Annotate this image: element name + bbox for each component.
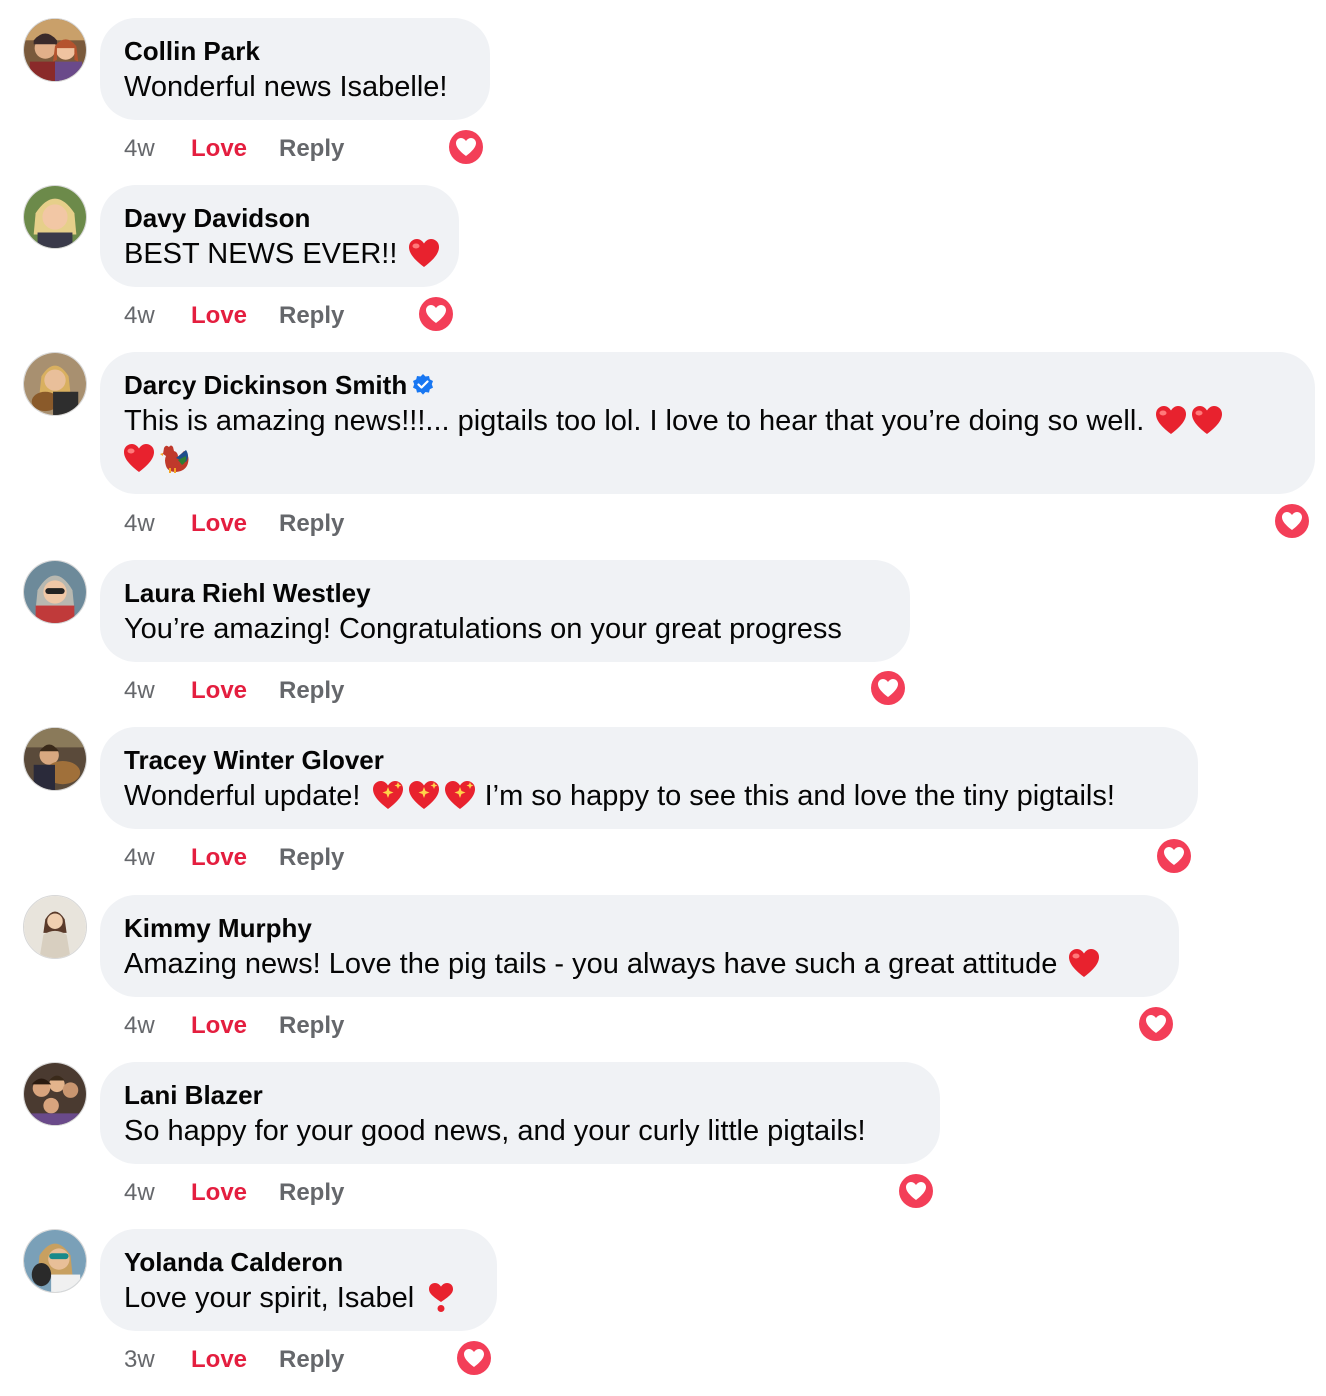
comment-bubble: Collin Park Wonderful news Isabelle! bbox=[100, 18, 490, 120]
love-reaction-icon[interactable] bbox=[1155, 837, 1193, 875]
author-name[interactable]: Darcy Dickinson Smith bbox=[124, 370, 407, 400]
avatar[interactable] bbox=[23, 1062, 87, 1126]
comment-text-line: Love your spirit, Isabel bbox=[124, 1279, 473, 1317]
comment-text: Amazing news! Love the pig tails - you a… bbox=[124, 948, 1058, 980]
rooster-icon bbox=[158, 442, 192, 474]
timestamp[interactable]: 3w bbox=[124, 1345, 155, 1375]
love-button[interactable]: Love bbox=[191, 301, 247, 331]
love-reaction-icon[interactable] bbox=[447, 128, 485, 166]
comment-text-line: This is amazing news!!!... pigtails too … bbox=[124, 402, 1291, 440]
reply-button[interactable]: Reply bbox=[279, 1178, 344, 1208]
avatar[interactable] bbox=[23, 352, 87, 416]
love-reaction-icon[interactable] bbox=[455, 1339, 493, 1377]
timestamp[interactable]: 4w bbox=[124, 509, 155, 539]
avatar[interactable] bbox=[23, 18, 87, 82]
author-name-row: Darcy Dickinson Smith bbox=[124, 368, 1291, 402]
reply-button[interactable]: Reply bbox=[279, 1345, 344, 1375]
author-name[interactable]: Lani Blazer bbox=[124, 1078, 916, 1112]
sparkling-heart-icon bbox=[407, 779, 441, 811]
avatar[interactable] bbox=[23, 560, 87, 624]
author-name[interactable]: Laura Riehl Westley bbox=[124, 576, 886, 610]
comment-text-line: Wonderful update! I’m so happy to see th… bbox=[124, 777, 1174, 815]
love-button[interactable]: Love bbox=[191, 843, 247, 873]
comment-bubble: Darcy Dickinson Smith This is amazing ne… bbox=[100, 352, 1315, 494]
avatar[interactable] bbox=[23, 1229, 87, 1293]
timestamp[interactable]: 4w bbox=[124, 134, 155, 164]
comment-bubble: Laura Riehl Westley You’re amazing! Cong… bbox=[100, 560, 910, 662]
comment-bubble: Yolanda Calderon Love your spirit, Isabe… bbox=[100, 1229, 497, 1331]
love-button[interactable]: Love bbox=[191, 676, 247, 706]
timestamp[interactable]: 4w bbox=[124, 676, 155, 706]
comment-text: This is amazing news!!!... pigtails too … bbox=[124, 405, 1145, 437]
sparkling-heart-icon bbox=[443, 779, 477, 811]
avatar[interactable] bbox=[23, 185, 87, 249]
comment-text-start: Wonderful update! bbox=[124, 780, 361, 812]
love-button[interactable]: Love bbox=[191, 1345, 247, 1375]
avatar[interactable] bbox=[23, 895, 87, 959]
timestamp[interactable]: 4w bbox=[124, 1011, 155, 1041]
timestamp[interactable]: 4w bbox=[124, 1178, 155, 1208]
author-name[interactable]: Collin Park bbox=[124, 34, 466, 68]
love-button[interactable]: Love bbox=[191, 1178, 247, 1208]
love-button[interactable]: Love bbox=[191, 1011, 247, 1041]
author-name[interactable]: Tracey Winter Glover bbox=[124, 743, 1174, 777]
verified-badge-icon bbox=[411, 371, 435, 395]
heart-exclamation-icon bbox=[424, 1281, 458, 1313]
reply-button[interactable]: Reply bbox=[279, 843, 344, 873]
red-heart-icon bbox=[1190, 404, 1224, 436]
reply-button[interactable]: Reply bbox=[279, 134, 344, 164]
love-button[interactable]: Love bbox=[191, 134, 247, 164]
reply-button[interactable]: Reply bbox=[279, 301, 344, 331]
love-reaction-icon[interactable] bbox=[1273, 502, 1311, 540]
comment-bubble: Kimmy Murphy Amazing news! Love the pig … bbox=[100, 895, 1179, 997]
author-name[interactable]: Davy Davidson bbox=[124, 201, 435, 235]
love-reaction-icon[interactable] bbox=[869, 669, 907, 707]
comment-text: So happy for your good news, and your cu… bbox=[124, 1115, 866, 1147]
comment-text: BEST NEWS EVER!! bbox=[124, 238, 398, 270]
comment-text: I’m so happy to see this and love the ti… bbox=[484, 780, 1115, 812]
love-button[interactable]: Love bbox=[191, 509, 247, 539]
red-heart-icon bbox=[1154, 404, 1188, 436]
love-reaction-icon[interactable] bbox=[897, 1172, 935, 1210]
timestamp[interactable]: 4w bbox=[124, 301, 155, 331]
avatar[interactable] bbox=[23, 727, 87, 791]
comment-text-line-2 bbox=[122, 440, 1291, 478]
comment-bubble: Lani Blazer So happy for your good news,… bbox=[100, 1062, 940, 1164]
comment-text-line: BEST NEWS EVER!! bbox=[124, 235, 440, 273]
comment-bubble: Davy Davidson BEST NEWS EVER!! bbox=[100, 185, 459, 287]
comment-bubble: Tracey Winter Glover Wonderful update! I… bbox=[100, 727, 1198, 829]
sparkling-heart-icon bbox=[371, 779, 405, 811]
love-reaction-icon[interactable] bbox=[417, 295, 455, 333]
red-heart-icon bbox=[122, 442, 156, 474]
reply-button[interactable]: Reply bbox=[279, 509, 344, 539]
comment-text: You’re amazing! Congratulations on your … bbox=[124, 613, 842, 645]
comment-text: Wonderful news Isabelle! bbox=[124, 71, 448, 103]
love-reaction-icon[interactable] bbox=[1137, 1005, 1175, 1043]
timestamp[interactable]: 4w bbox=[124, 843, 155, 873]
author-name[interactable]: Kimmy Murphy bbox=[124, 911, 1155, 945]
red-heart-icon bbox=[1067, 947, 1101, 979]
comment-text: Love your spirit, Isabel bbox=[124, 1282, 415, 1314]
author-name[interactable]: Yolanda Calderon bbox=[124, 1245, 473, 1279]
reply-button[interactable]: Reply bbox=[279, 676, 344, 706]
reply-button[interactable]: Reply bbox=[279, 1011, 344, 1041]
comment-text-line: Amazing news! Love the pig tails - you a… bbox=[124, 945, 1155, 983]
red-heart-icon bbox=[407, 237, 441, 269]
